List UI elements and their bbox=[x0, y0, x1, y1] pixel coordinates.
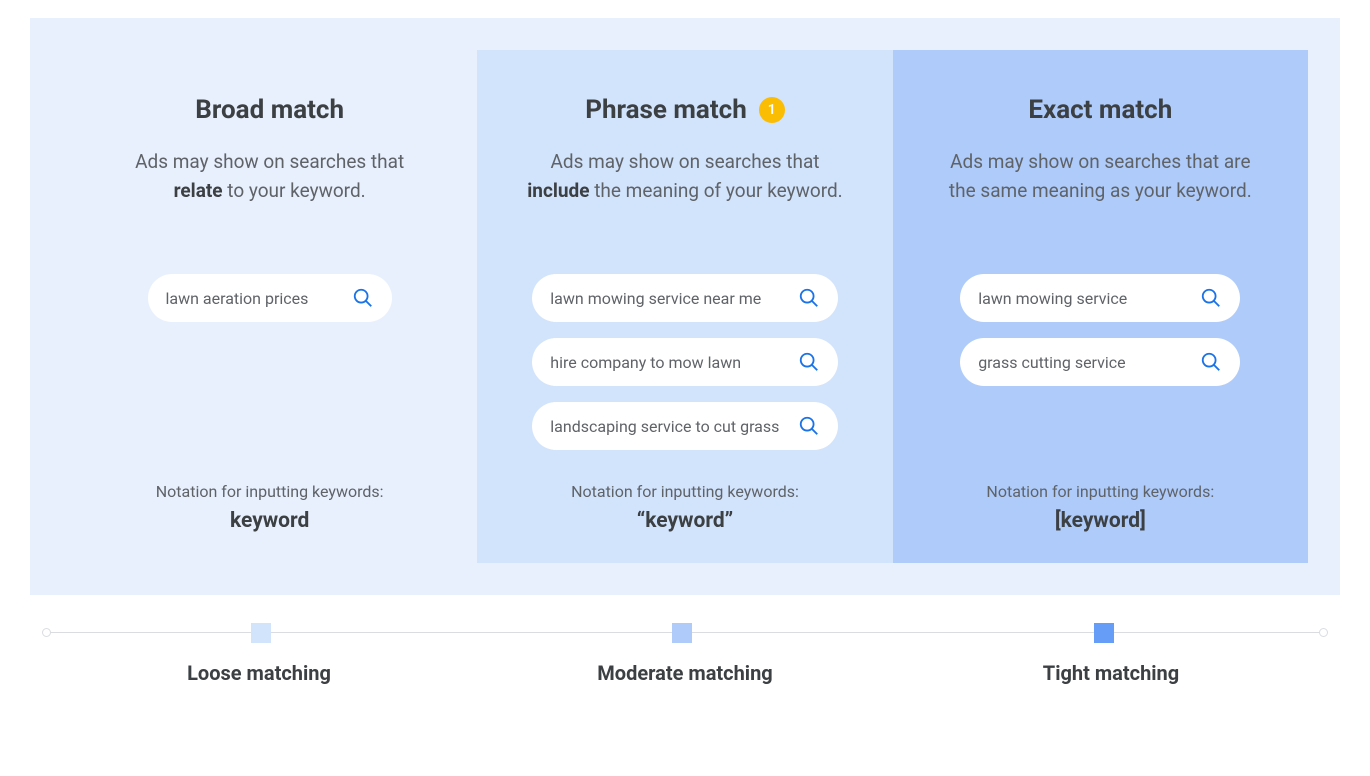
notation-value: keyword bbox=[230, 509, 309, 533]
desc-pre: Ads may show on searches that bbox=[550, 150, 819, 173]
notation-value: [keyword] bbox=[1055, 509, 1146, 533]
search-example-text: hire company to mow lawn bbox=[550, 353, 741, 372]
desc-pre: Ads may show on searches that are the sa… bbox=[949, 150, 1252, 202]
search-icon bbox=[1200, 287, 1222, 309]
scale-label-loose: Loose matching bbox=[46, 661, 472, 685]
card-title: Exact match bbox=[1028, 95, 1172, 125]
diagram-root: Broad match Ads may show on searches tha… bbox=[0, 0, 1370, 685]
card-title: Broad match bbox=[195, 95, 344, 125]
examples-list: lawn mowing service near me hire company… bbox=[505, 274, 864, 464]
card-exact-match: Exact match Ads may show on searches tha… bbox=[893, 50, 1308, 563]
card-description: Ads may show on searches that relate to … bbox=[110, 148, 430, 238]
search-example: lawn aeration prices bbox=[148, 274, 392, 322]
card-description: Ads may show on searches that include th… bbox=[525, 148, 845, 238]
search-example-text: lawn mowing service bbox=[978, 289, 1127, 308]
card-title-row: Exact match bbox=[1028, 90, 1172, 130]
search-example-text: lawn mowing service near me bbox=[550, 289, 761, 308]
scale-labels: Loose matching Moderate matching Tight m… bbox=[46, 661, 1324, 685]
search-example-text: lawn aeration prices bbox=[166, 289, 309, 308]
desc-post: the meaning of your keyword. bbox=[589, 179, 842, 202]
search-example: hire company to mow lawn bbox=[532, 338, 837, 386]
scale-marker-tight bbox=[1094, 623, 1114, 643]
desc-bold: include bbox=[527, 179, 589, 202]
scale-label-tight: Tight matching bbox=[898, 661, 1324, 685]
scale-line bbox=[46, 623, 1324, 643]
card-title-row: Phrase match 1 bbox=[585, 90, 785, 130]
scale-marker-loose bbox=[251, 623, 271, 643]
badge-icon: 1 bbox=[759, 97, 785, 123]
search-example: lawn mowing service bbox=[960, 274, 1240, 322]
cards-container: Broad match Ads may show on searches tha… bbox=[30, 18, 1340, 595]
search-example: lawn mowing service near me bbox=[532, 274, 837, 322]
card-title: Phrase match bbox=[585, 95, 747, 125]
scale-bar: Loose matching Moderate matching Tight m… bbox=[30, 595, 1340, 685]
scale-endcap-right bbox=[1319, 628, 1328, 637]
scale-endcap-left bbox=[42, 628, 51, 637]
search-example-text: landscaping service to cut grass bbox=[550, 417, 779, 436]
search-example: landscaping service to cut grass bbox=[532, 402, 837, 450]
search-icon bbox=[1200, 351, 1222, 373]
search-icon bbox=[352, 287, 374, 309]
card-phrase-match: Phrase match 1 Ads may show on searches … bbox=[477, 50, 892, 563]
desc-bold: relate bbox=[174, 179, 223, 202]
search-icon bbox=[798, 415, 820, 437]
search-example-text: grass cutting service bbox=[978, 353, 1125, 372]
search-icon bbox=[798, 351, 820, 373]
scale-marker-moderate bbox=[672, 623, 692, 643]
notation-label: Notation for inputting keywords: bbox=[156, 482, 384, 501]
desc-post: to your keyword. bbox=[223, 179, 366, 202]
desc-pre: Ads may show on searches that bbox=[135, 150, 404, 173]
notation-label: Notation for inputting keywords: bbox=[986, 482, 1214, 501]
card-broad-match: Broad match Ads may show on searches tha… bbox=[62, 50, 477, 563]
search-icon bbox=[798, 287, 820, 309]
card-description: Ads may show on searches that are the sa… bbox=[940, 148, 1260, 238]
scale-label-moderate: Moderate matching bbox=[472, 661, 898, 685]
search-example: grass cutting service bbox=[960, 338, 1240, 386]
notation-label: Notation for inputting keywords: bbox=[571, 482, 799, 501]
notation-value: “keyword” bbox=[637, 509, 733, 533]
examples-list: lawn mowing service grass cutting servic… bbox=[921, 274, 1280, 464]
card-title-row: Broad match bbox=[195, 90, 344, 130]
examples-list: lawn aeration prices bbox=[90, 274, 449, 464]
